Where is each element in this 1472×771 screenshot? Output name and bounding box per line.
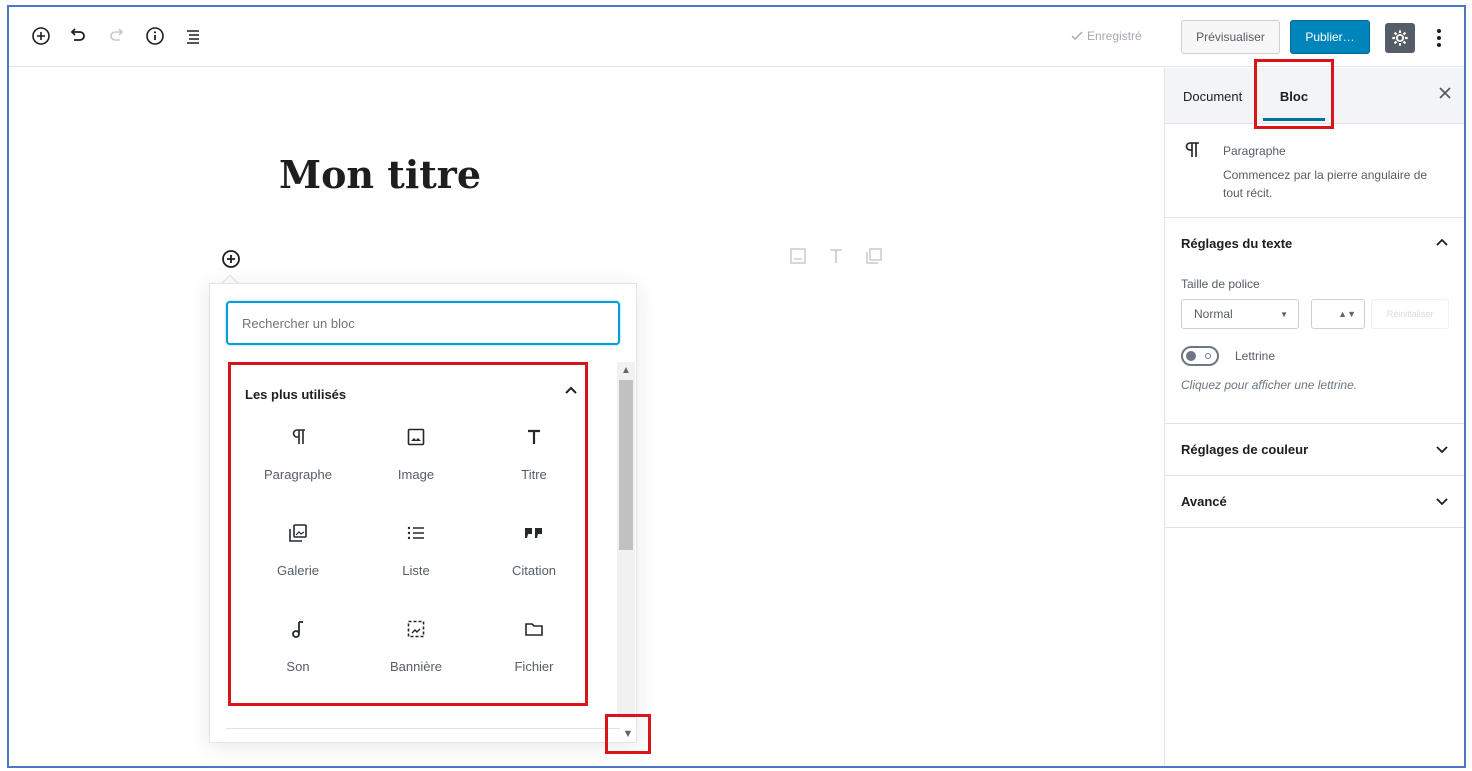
list-icon (404, 521, 428, 545)
gallery-icon (286, 521, 310, 545)
font-size-label: Taille de police (1181, 277, 1260, 291)
plus-circle-icon (222, 250, 240, 268)
heading-icon[interactable] (827, 247, 845, 265)
close-icon (1439, 87, 1451, 99)
dropdown-caret-icon: ▼ (1280, 309, 1288, 319)
drop-cap-label: Lettrine (1235, 349, 1276, 363)
gallery-icon[interactable] (865, 247, 883, 265)
block-label: Galerie (277, 563, 319, 578)
most-used-section: Les plus utilisés Paragraphe Image Titre… (228, 362, 588, 706)
text-settings-panel: Réglages du texte Taille de police Norma… (1165, 218, 1464, 424)
block-item-paragraphe[interactable]: Paragraphe (239, 425, 357, 491)
block-card-title: Paragraphe (1223, 144, 1286, 158)
tab-document[interactable]: Document (1183, 68, 1242, 124)
section-title: Les plus utilisés (245, 387, 347, 402)
popover-divider (226, 728, 620, 729)
paragraph-icon (286, 425, 310, 449)
block-item-fichier[interactable]: Fichier (475, 617, 593, 683)
more-options-button[interactable] (1429, 23, 1449, 53)
font-size-value: Normal (1194, 307, 1233, 321)
paragraph-icon (1183, 140, 1201, 166)
audio-icon (286, 617, 310, 641)
toggle-knob (1186, 351, 1196, 361)
reset-button[interactable]: Réinitialiser (1371, 299, 1449, 329)
inline-inserter-button[interactable] (219, 247, 243, 271)
block-grid: Paragraphe Image Titre Galerie Liste Cit… (239, 425, 595, 683)
redo-icon[interactable] (105, 24, 129, 48)
scroll-down-arrow-icon[interactable]: ▼ (605, 714, 651, 754)
block-inserter-popover: Les plus utilisés Paragraphe Image (209, 283, 637, 743)
chevron-down-icon[interactable] (1433, 440, 1451, 458)
chevron-up-icon[interactable] (1433, 234, 1451, 252)
add-block-icon[interactable] (29, 24, 53, 48)
check-icon (1071, 31, 1083, 40)
collapse-section-button[interactable] (561, 381, 581, 401)
block-label: Fichier (514, 659, 554, 674)
chevron-up-icon (565, 386, 577, 394)
cover-icon (404, 617, 428, 641)
preview-button[interactable]: Prévisualiser (1181, 20, 1280, 54)
block-label: Titre (521, 467, 547, 482)
block-search-input[interactable] (226, 301, 620, 345)
block-label: Liste (402, 563, 430, 578)
gear-icon (1392, 30, 1408, 46)
annotation-highlight (1254, 59, 1334, 129)
block-item-liste[interactable]: Liste (357, 521, 475, 587)
saved-status: Enregistré (1071, 29, 1142, 43)
block-item-galerie[interactable]: Galerie (239, 521, 357, 587)
post-title[interactable]: Mon titre (279, 152, 481, 197)
quick-block-hints (789, 247, 883, 265)
block-item-titre[interactable]: Titre (475, 425, 593, 491)
toggle-off-indicator (1205, 353, 1211, 359)
block-label: Image (397, 467, 435, 482)
block-label: Bannière (389, 659, 443, 674)
font-size-select[interactable]: Normal ▼ (1181, 299, 1299, 329)
scroll-thumb[interactable] (619, 380, 633, 550)
block-label: Citation (511, 563, 557, 578)
vertical-ellipsis-icon (1437, 29, 1441, 47)
image-icon[interactable] (789, 247, 807, 265)
quote-icon (522, 521, 546, 545)
undo-icon[interactable] (65, 24, 89, 48)
list-outline-icon[interactable] (181, 24, 205, 48)
block-card-description: Commencez par la pierre angulaire de tou… (1223, 168, 1428, 200)
editor-window: Enregistré Prévisualiser Publier… Mon ti… (7, 5, 1466, 768)
drop-cap-toggle[interactable] (1181, 346, 1219, 366)
settings-button[interactable] (1385, 23, 1415, 53)
publish-button[interactable]: Publier… (1290, 20, 1370, 54)
block-item-son[interactable]: Son (239, 617, 357, 683)
font-size-number-input[interactable]: ▲▼ (1311, 299, 1365, 329)
color-settings-title[interactable]: Réglages de couleur (1181, 442, 1308, 457)
block-card: Paragraphe Commencez par la pierre angul… (1165, 124, 1464, 218)
text-settings-title[interactable]: Réglages du texte (1181, 236, 1292, 251)
block-item-image[interactable]: Image (357, 425, 475, 491)
folder-icon (522, 617, 546, 641)
advanced-panel[interactable]: Avancé (1165, 476, 1464, 528)
close-sidebar-button[interactable] (1439, 86, 1451, 104)
chevron-down-icon[interactable] (1433, 492, 1451, 510)
block-label: Paragraphe (264, 467, 332, 482)
top-toolbar: Enregistré Prévisualiser Publier… (9, 7, 1464, 67)
scroll-up-arrow-icon[interactable]: ▲ (617, 362, 635, 378)
settings-sidebar: Document Bloc Paragraphe Commencez par l… (1164, 59, 1464, 766)
inserter-scrollbar[interactable]: ▲ (617, 362, 635, 718)
color-settings-panel[interactable]: Réglages de couleur (1165, 424, 1464, 476)
sidebar-tabs: Document Bloc (1165, 59, 1464, 129)
block-label: Son (286, 659, 310, 674)
drop-cap-help: Cliquez pour afficher une lettrine. (1181, 378, 1358, 392)
info-icon[interactable] (143, 24, 167, 48)
block-item-banniere[interactable]: Bannière (357, 617, 475, 683)
heading-icon (522, 425, 546, 449)
image-icon (404, 425, 428, 449)
advanced-title[interactable]: Avancé (1181, 494, 1227, 509)
saved-label: Enregistré (1087, 29, 1142, 43)
block-item-citation[interactable]: Citation (475, 521, 593, 587)
